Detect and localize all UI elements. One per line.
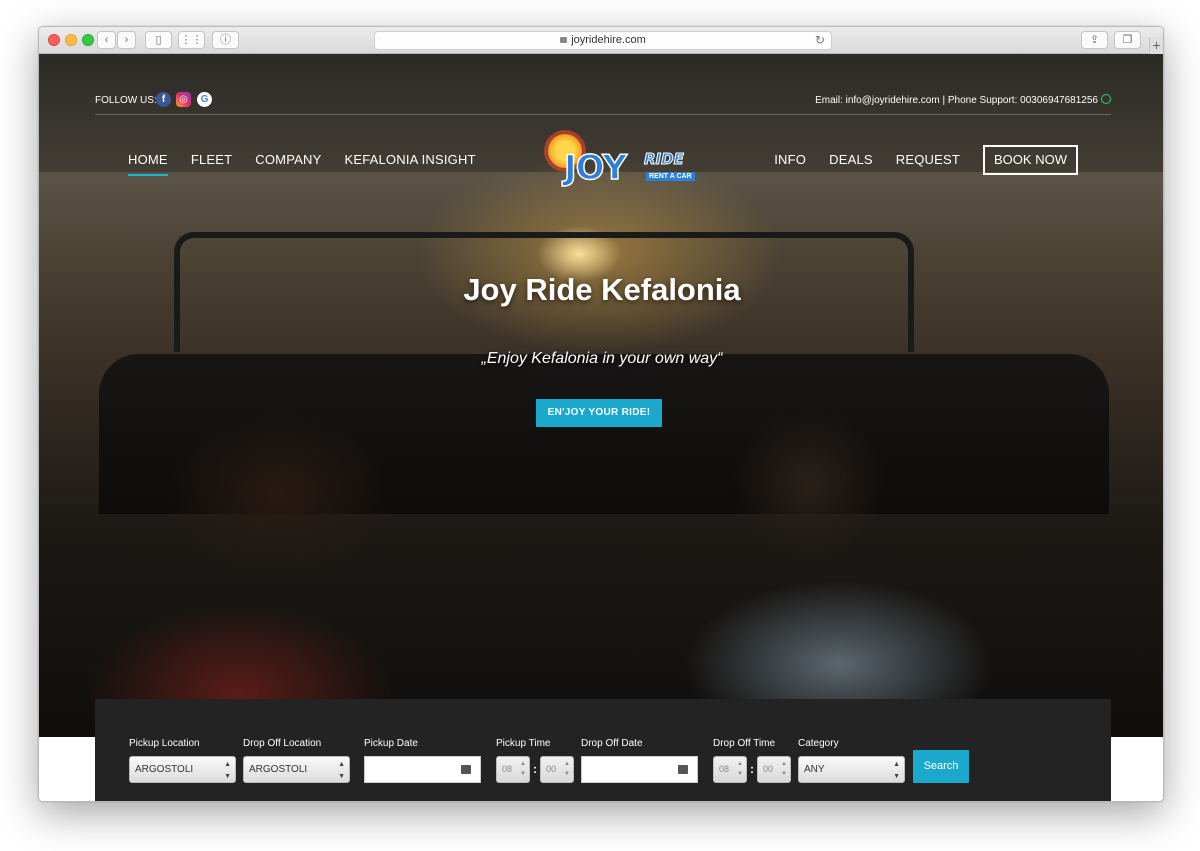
select-arrows-icon: ▲ ▼ — [737, 761, 743, 777]
pickup-location-label: Pickup Location — [129, 738, 200, 749]
new-tab-icon[interactable]: + — [1149, 37, 1163, 54]
minimize-window-button[interactable] — [65, 34, 77, 46]
top-sites-icon[interactable]: ⋮⋮ — [178, 31, 205, 49]
pickup-hour-select[interactable]: 08 ▲ ▼ — [496, 756, 530, 783]
dropoff-hour-select[interactable]: 08 ▲ ▼ — [713, 756, 747, 783]
nav-fleet[interactable]: FLEET — [191, 152, 232, 167]
browser-window: ‹ › ▯ ⋮⋮ ⓘ joyridehire.com ↻ ⇪ ❐ + FOLLO… — [38, 26, 1164, 802]
dropoff-hour-value: 08 — [719, 764, 730, 774]
hero-title: Joy Ride Kefalonia — [463, 272, 741, 307]
tabs-icon[interactable]: ❐ — [1114, 31, 1141, 49]
back-icon[interactable]: ‹ — [97, 31, 116, 49]
forward-icon[interactable]: › — [117, 31, 136, 49]
dropoff-time-label: Drop Off Time — [713, 738, 776, 749]
calendar-icon[interactable] — [461, 765, 471, 774]
select-arrows-icon: ▲ ▼ — [781, 761, 787, 777]
pickup-location-select[interactable]: ARGOSTOLI ▲ ▼ — [129, 756, 236, 783]
category-value: ANY — [804, 764, 825, 775]
browser-toolbar: ‹ › ▯ ⋮⋮ ⓘ joyridehire.com ↻ ⇪ ❐ + — [39, 27, 1163, 54]
dropoff-date-input[interactable] — [581, 756, 698, 783]
hero-subtitle: „Enjoy Kefalonia in your own way“ — [481, 350, 723, 367]
pickup-date-label: Pickup Date — [364, 738, 418, 749]
close-window-button[interactable] — [48, 34, 60, 46]
logo-sub-text: RIDE — [644, 150, 685, 169]
nav-left: HOME FLEET COMPANY KEFALONIA INSIGHT — [128, 152, 499, 176]
dropoff-minute-value: 00 — [763, 764, 774, 774]
select-arrows-icon: ▲ ▼ — [893, 761, 900, 780]
driver-figure — [39, 414, 459, 737]
address-bar[interactable]: joyridehire.com ↻ — [374, 31, 832, 50]
contact-info: Email: info@joyridehire.com | Phone Supp… — [815, 94, 1111, 106]
url-text: joyridehire.com — [571, 34, 646, 46]
pickup-minute-select[interactable]: 00 ▲ ▼ — [540, 756, 574, 783]
nav-request[interactable]: REQUEST — [896, 152, 960, 167]
whatsapp-icon[interactable] — [1101, 94, 1111, 104]
dropoff-location-value: ARGOSTOLI — [249, 764, 308, 775]
facebook-icon[interactable]: f — [156, 92, 171, 107]
nav-home[interactable]: HOME — [128, 152, 168, 176]
select-arrows-icon: ▲ ▼ — [338, 761, 345, 780]
category-label: Category — [798, 738, 839, 749]
nav-kefalonia-insight[interactable]: KEFALONIA INSIGHT — [344, 152, 475, 167]
nav-info[interactable]: INFO — [774, 152, 806, 167]
pickup-minute-value: 00 — [546, 764, 557, 774]
select-arrows-icon: ▲ ▼ — [564, 761, 570, 777]
select-arrows-icon: ▲ ▼ — [224, 761, 231, 780]
reload-icon[interactable]: ↻ — [815, 32, 825, 49]
pickup-date-input[interactable] — [364, 756, 481, 783]
select-arrows-icon: ▲ ▼ — [520, 761, 526, 777]
dropoff-date-label: Drop Off Date — [581, 738, 643, 749]
dropoff-location-select[interactable]: ARGOSTOLI ▲ ▼ — [243, 756, 350, 783]
pickup-time-label: Pickup Time — [496, 738, 551, 749]
maximize-window-button[interactable] — [82, 34, 94, 46]
logo-tag-text: RENT A CAR — [646, 172, 695, 181]
logo-main-text: JOY — [563, 147, 627, 189]
instagram-icon[interactable]: ◎ — [176, 92, 191, 107]
info-icon[interactable]: ⓘ — [212, 31, 239, 49]
share-icon[interactable]: ⇪ — [1081, 31, 1108, 49]
pickup-hour-value: 08 — [502, 764, 513, 774]
dropoff-location-label: Drop Off Location — [243, 738, 322, 749]
pickup-location-value: ARGOSTOLI — [135, 764, 194, 775]
dropoff-minute-select[interactable]: 00 ▲ ▼ — [757, 756, 791, 783]
category-select[interactable]: ANY ▲ ▼ — [798, 756, 905, 783]
top-info-bar: FOLLOW US: f ◎ G Email: info@joyridehire… — [95, 54, 1111, 115]
nav-deals[interactable]: DEALS — [829, 152, 873, 167]
booking-search-panel: Pickup Location ARGOSTOLI ▲ ▼ Drop Off Loc… — [95, 699, 1111, 801]
passenger-figure — [599, 374, 1079, 737]
calendar-icon[interactable] — [678, 765, 688, 774]
joyride-logo[interactable]: JOY RIDE RENT A CAR — [542, 128, 702, 194]
enjoy-your-ride-button[interactable]: EN'JOY YOUR RIDE! — [536, 399, 662, 427]
nav-right: INFO DEALS REQUEST — [751, 152, 960, 167]
follow-us-label: FOLLOW US: — [95, 95, 157, 106]
nav-company[interactable]: COMPANY — [255, 152, 321, 167]
web-page: FOLLOW US: f ◎ G Email: info@joyridehire… — [39, 54, 1163, 801]
google-icon[interactable]: G — [197, 92, 212, 107]
sidebar-icon[interactable]: ▯ — [145, 31, 172, 49]
book-now-button[interactable]: BOOK NOW — [983, 145, 1078, 175]
lock-icon — [560, 37, 568, 43]
contact-text: Email: info@joyridehire.com | Phone Supp… — [815, 95, 1098, 106]
search-button[interactable]: Search — [913, 750, 969, 783]
